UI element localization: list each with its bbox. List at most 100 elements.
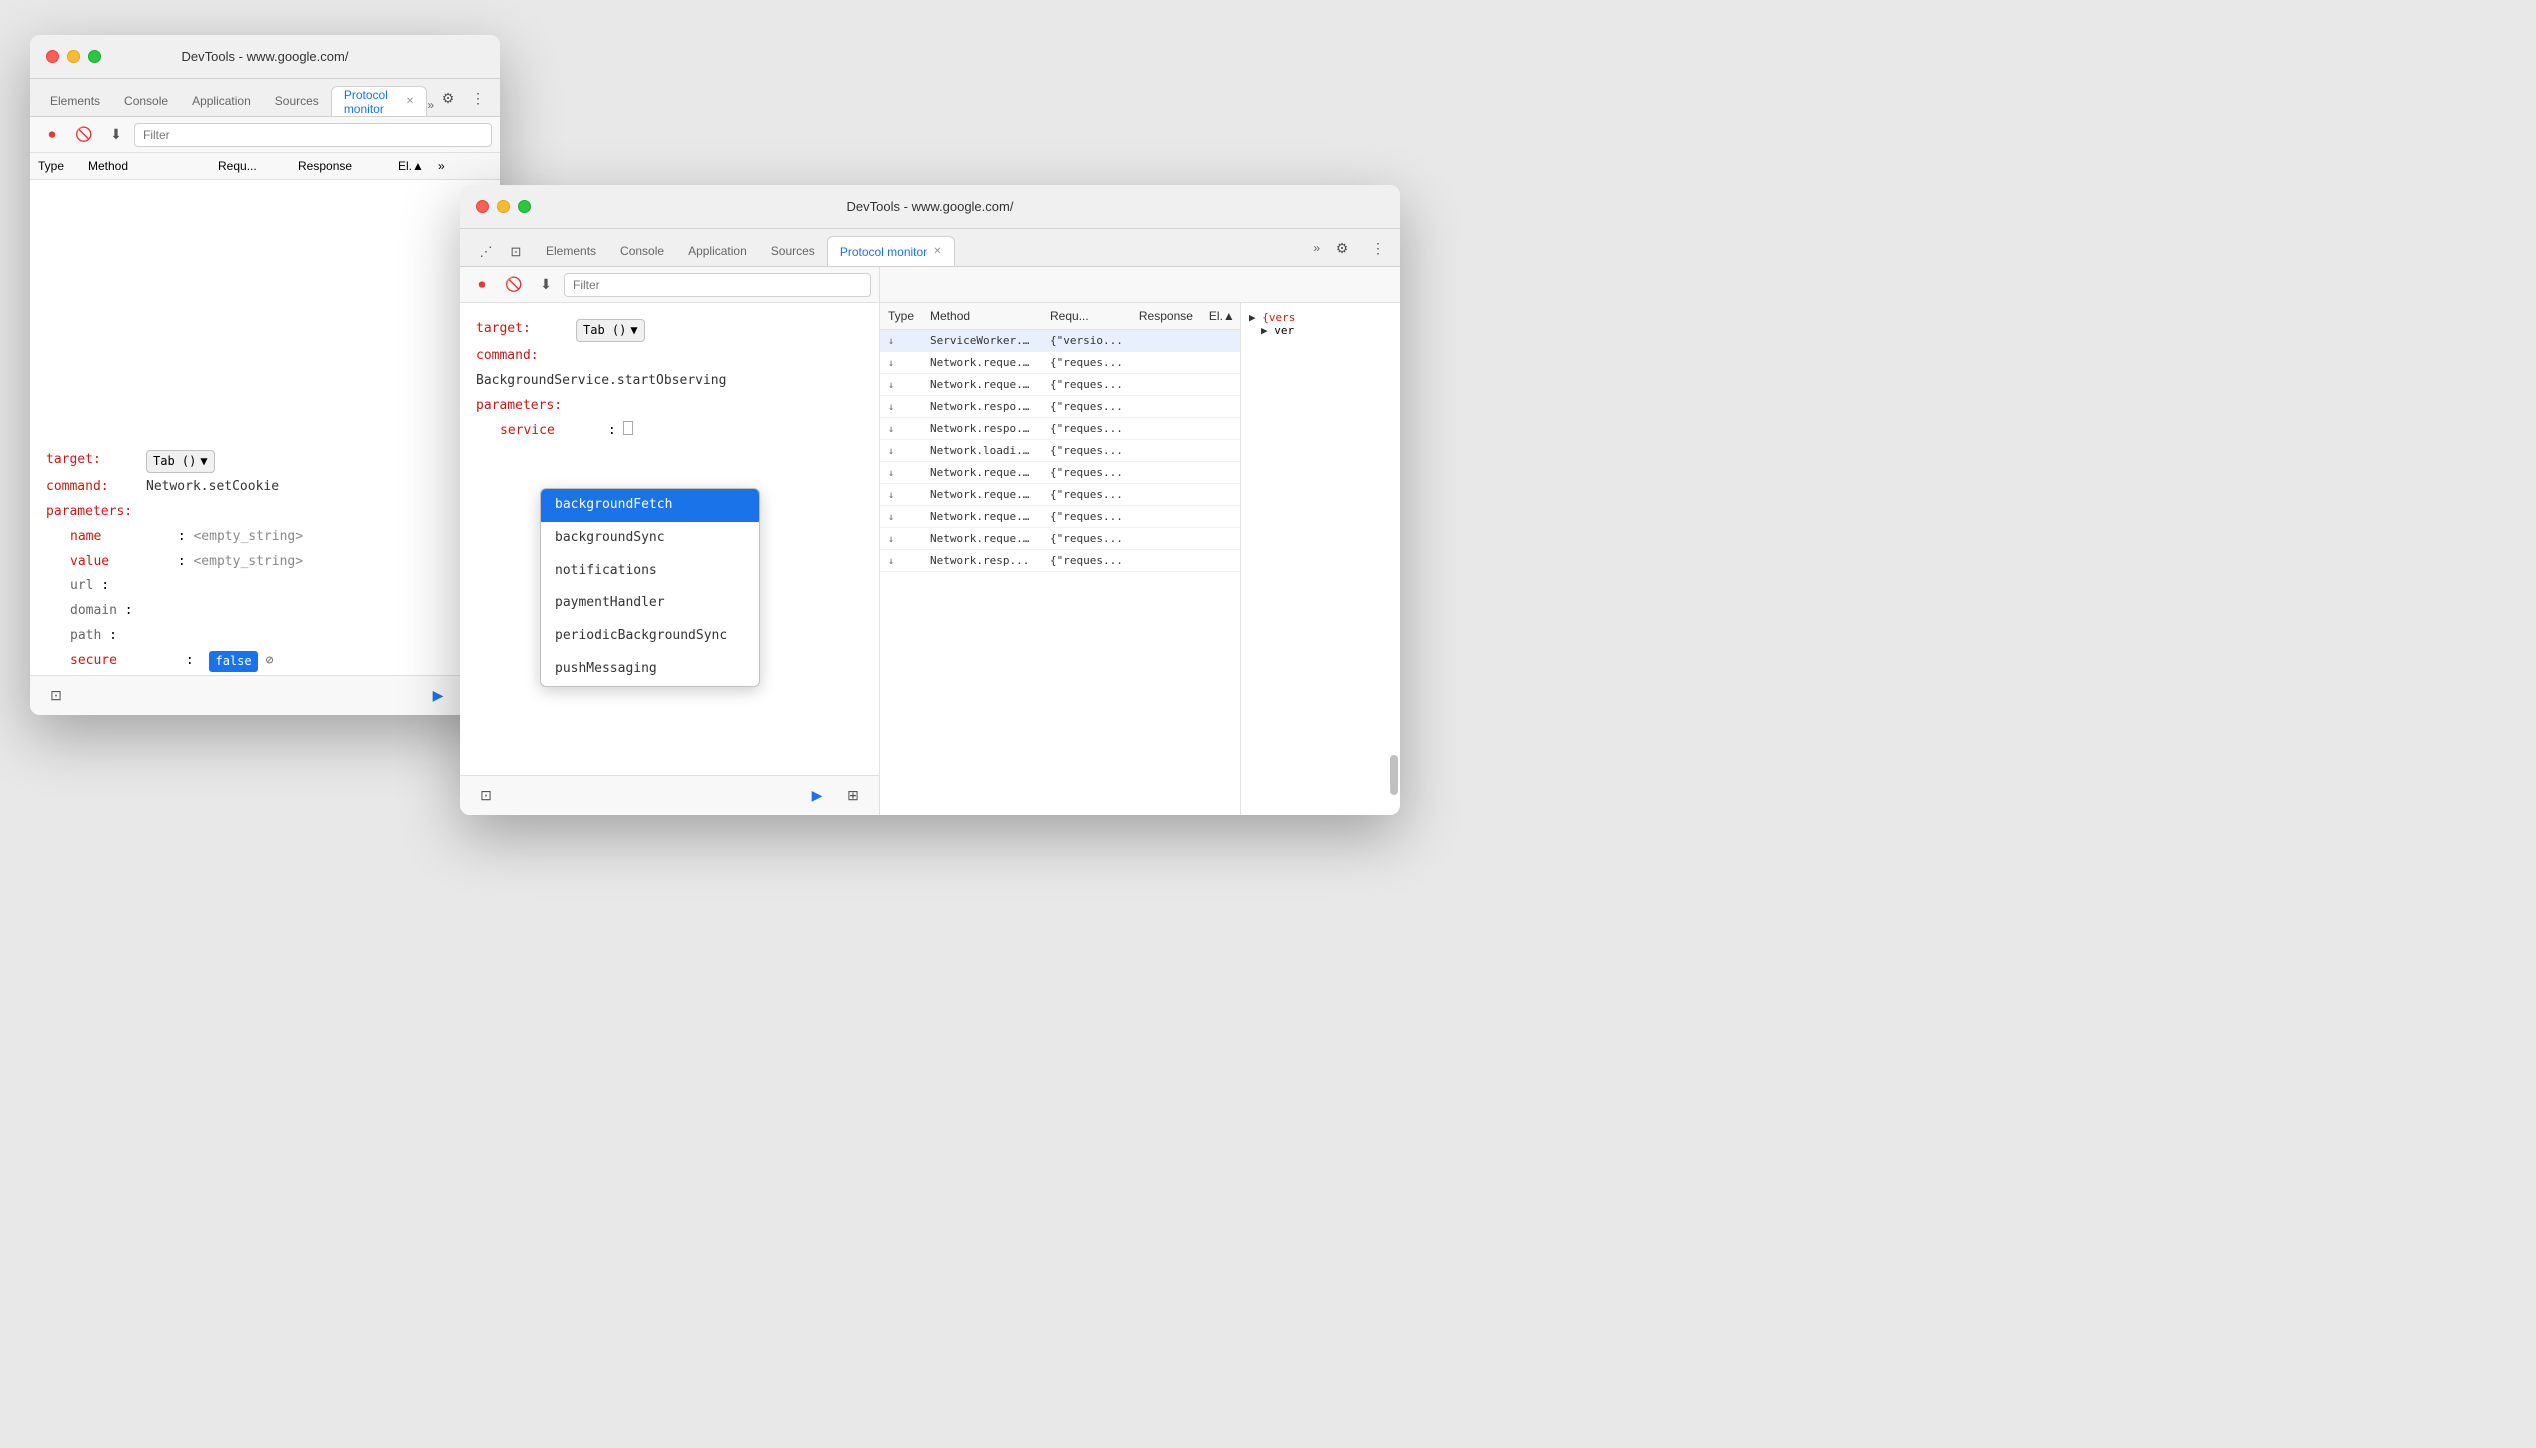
col-elapsed-1: El.▲ — [390, 153, 430, 179]
traffic-lights-2 — [476, 200, 531, 213]
th-response-2: Response — [1131, 303, 1201, 330]
cell-request: {"reques... — [1042, 440, 1131, 462]
cell-elapsed — [1201, 352, 1240, 374]
cell-elapsed — [1201, 528, 1240, 550]
cell-type: ↓ — [880, 396, 922, 418]
send-button-1[interactable]: ▶ — [424, 682, 452, 710]
table-row[interactable]: ↓ Network.reque... {"reques... — [880, 462, 1240, 484]
send-button-2[interactable]: ▶ — [803, 782, 831, 810]
cmd-url-1: url : — [70, 576, 484, 597]
scrollbar-thumb-2 — [1390, 755, 1398, 795]
target-dropdown-1[interactable]: Tab () ▼ — [146, 450, 215, 473]
tab-close-icon-2[interactable]: ✕ — [933, 246, 941, 257]
settings-icon-2[interactable]: ⚙ — [1328, 234, 1356, 262]
cmd-value-field-1: value : <empty_string> — [70, 552, 484, 573]
table-row[interactable]: ↓ Network.reque... {"reques... — [880, 528, 1240, 550]
table-row[interactable]: ↓ Network.respo... {"reques... — [880, 418, 1240, 440]
settings-icon-1[interactable]: ⚙ — [434, 84, 462, 112]
tab-close-icon-1[interactable]: ✕ — [406, 96, 414, 107]
table-row[interactable]: ↓ Network.reque... {"reques... — [880, 352, 1240, 374]
target-dropdown-2[interactable]: Tab () ▼ — [576, 319, 645, 342]
devtools-window-2: DevTools - www.google.com/ ⋰ ⊡ Elements … — [460, 185, 1400, 815]
more-cols-1[interactable]: » — [430, 153, 460, 179]
tab-console-1[interactable]: Console — [112, 86, 180, 116]
close-button-2[interactable] — [476, 200, 489, 213]
secure-false-badge: false — [209, 651, 257, 672]
tab-protocol-monitor-2[interactable]: Protocol monitor ✕ — [827, 236, 955, 266]
table-row[interactable]: ↓ ServiceWorker... {"versio... — [880, 330, 1240, 352]
command-panel-2: ⏺ 🚫 ⬇ target: Tab () ▼ command: — [460, 267, 880, 815]
secure-clear-icon[interactable]: ⊘ — [266, 651, 274, 672]
table-row[interactable]: ↓ Network.loadi... {"reques... — [880, 440, 1240, 462]
title-bar-2: DevTools - www.google.com/ — [460, 185, 1400, 229]
cell-response — [1131, 330, 1201, 352]
protocol-panel-2: Type Method Requ... Response El.▲ » ↓ — [880, 267, 1400, 815]
service-item-paymentHandler[interactable]: paymentHandler — [541, 587, 759, 620]
cell-request: {"reques... — [1042, 506, 1131, 528]
table-row[interactable]: ↓ Network.reque... {"reques... — [880, 374, 1240, 396]
service-item-notifications[interactable]: notifications — [541, 555, 759, 588]
command-value-1: Network.setCookie — [146, 477, 279, 498]
console-drawer-icon-2[interactable]: ⊡ — [472, 782, 500, 810]
cell-request: {"reques... — [1042, 374, 1131, 396]
close-button-1[interactable] — [46, 50, 59, 63]
more-icon-2[interactable]: ⋮ — [1364, 234, 1392, 262]
table-row[interactable]: ↓ Network.reque... {"reques... — [880, 484, 1240, 506]
device-icon-2[interactable]: ⊡ — [502, 238, 530, 266]
table-row[interactable]: ↓ Network.reque... {"reques... — [880, 506, 1240, 528]
stop-icon-1[interactable]: ⏺ — [38, 121, 66, 149]
maximize-button-1[interactable] — [88, 50, 101, 63]
console-drawer-icon-1[interactable]: ⊡ — [42, 682, 70, 710]
tab-application-2[interactable]: Application — [676, 236, 759, 266]
service-item-periodicBackgroundSync[interactable]: periodicBackgroundSync — [541, 620, 759, 653]
format-icon-2[interactable]: ⊞ — [839, 782, 867, 810]
minimize-button-1[interactable] — [67, 50, 80, 63]
tab-bar-icons-1: ⚙ ⋮ — [434, 84, 492, 116]
more-tabs-icon-2[interactable]: » — [1313, 241, 1320, 255]
cell-response — [1131, 550, 1201, 572]
filter-input-1[interactable] — [134, 123, 492, 147]
clear-icon-1[interactable]: 🚫 — [70, 121, 98, 149]
cell-method: ServiceWorker... — [922, 330, 1042, 352]
service-item-backgroundFetch[interactable]: backgroundFetch — [541, 489, 759, 522]
name-value-1: <empty_string> — [193, 527, 303, 548]
tab-elements-1[interactable]: Elements — [38, 86, 112, 116]
tab-protocol-monitor-1[interactable]: Protocol monitor ✕ — [331, 86, 428, 116]
cell-request: {"reques... — [1042, 550, 1131, 572]
json-expand-icon-2[interactable]: ▶ — [1261, 324, 1268, 337]
tab-console-2[interactable]: Console — [608, 236, 676, 266]
table-row[interactable]: ↓ Network.respo... {"reques... — [880, 396, 1240, 418]
tab-bar-right-1: » — [427, 98, 434, 116]
clear-icon-2[interactable]: 🚫 — [500, 271, 528, 299]
cell-method: Network.reque... — [922, 374, 1042, 396]
more-icon-1[interactable]: ⋮ — [464, 84, 492, 112]
minimize-button-2[interactable] — [497, 200, 510, 213]
main-split-2: ⏺ 🚫 ⬇ target: Tab () ▼ command: — [460, 267, 1400, 815]
split-layout-1: Type Method Requ... Response El.▲ » — [30, 153, 500, 434]
cell-method: Network.reque... — [922, 352, 1042, 374]
cell-request: {"reques... — [1042, 462, 1131, 484]
th-elapsed-2: El.▲ — [1201, 303, 1240, 330]
table-row[interactable]: ↓ Network.resp... {"reques... — [880, 550, 1240, 572]
cell-elapsed — [1201, 418, 1240, 440]
tab-elements-2[interactable]: Elements — [534, 236, 608, 266]
bottom-bar-1: ⊡ ▶ ⊞ — [30, 675, 500, 715]
tab-sources-1[interactable]: Sources — [263, 86, 331, 116]
stop-icon-2[interactable]: ⏺ — [468, 271, 496, 299]
cmd-name-1: name : <empty_string> — [70, 527, 484, 548]
traffic-lights-1 — [46, 50, 101, 63]
more-tabs-icon-1[interactable]: » — [427, 98, 434, 112]
service-item-backgroundSync[interactable]: backgroundSync — [541, 522, 759, 555]
service-item-pushMessaging[interactable]: pushMessaging — [541, 653, 759, 686]
tab-sources-2[interactable]: Sources — [759, 236, 827, 266]
bottom-bar-2: ⊡ ▶ ⊞ — [460, 775, 879, 815]
inspect-icon-2[interactable]: ⋰ — [472, 238, 500, 266]
value-value-1: <empty_string> — [193, 552, 303, 573]
main-content-1: Type Method Requ... Response El.▲ » — [30, 153, 500, 434]
maximize-button-2[interactable] — [518, 200, 531, 213]
json-expand-icon-1[interactable]: ▶ — [1249, 311, 1256, 324]
tab-application-1[interactable]: Application — [180, 86, 263, 116]
filter-input-2[interactable] — [564, 273, 871, 297]
download-icon-2[interactable]: ⬇ — [532, 271, 560, 299]
download-icon-1[interactable]: ⬇ — [102, 121, 130, 149]
